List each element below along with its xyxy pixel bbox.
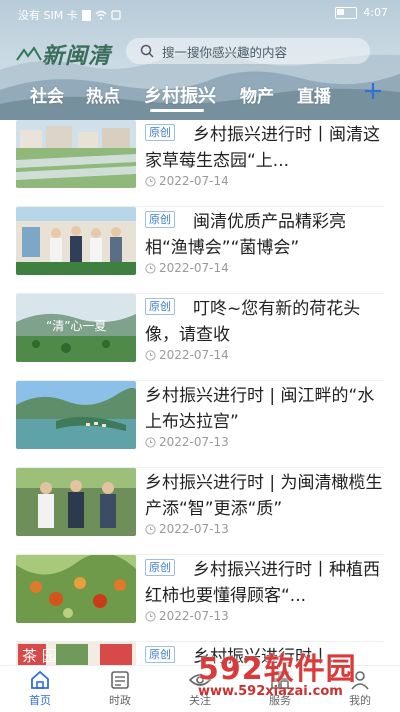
app-logo: 新闽清	[16, 38, 111, 70]
tab-rural-revitalization[interactable]: 乡村振兴	[144, 82, 216, 108]
newspaper-icon	[111, 671, 129, 689]
article-title: 乡村振兴进行时丨闽清这家草莓生态园“上...	[145, 125, 380, 171]
logo-mark-icon	[16, 46, 42, 61]
clock-icon	[145, 523, 156, 535]
article-date: 2022-07-14	[145, 348, 229, 362]
clock-time: 4:07	[363, 6, 388, 19]
carrier-text: 没有 SIM 卡	[18, 9, 78, 22]
status-bar: 没有 SIM 卡 4:07	[0, 0, 400, 28]
clock-icon	[145, 175, 156, 187]
header: 没有 SIM 卡 4:07 新闽清 搜一搜你感兴趣的内容 社会 热点 乡村振兴 …	[0, 0, 400, 120]
article-thumbnail	[16, 120, 136, 188]
article-thumbnail	[16, 555, 136, 623]
battery-icon	[335, 6, 358, 19]
nav-label: 时政	[109, 694, 131, 707]
thumbnail-caption: “清”心一夏	[46, 319, 106, 333]
article-thumbnail	[16, 381, 136, 449]
nav-label: 首页	[29, 694, 51, 707]
article-thumbnail	[16, 468, 136, 536]
search-placeholder: 搜一搜你感兴趣的内容	[162, 44, 288, 60]
nav-home[interactable]: 首页	[10, 670, 70, 708]
clock-icon	[145, 610, 156, 622]
list-item[interactable]: “清”心一夏 原创 叮咚~您有新的荷花头像，请查收 2022-07-14	[16, 294, 384, 381]
list-item[interactable]: 原创 闽清优质产品精彩亮相“渔博会”“菌博会” 2022-07-14	[16, 207, 384, 294]
list-item[interactable]: 原创 乡村振兴进行时丨种植西红柿也要懂得顾客“... 2022-07-13	[16, 555, 384, 642]
category-tabs: 社会 热点 乡村振兴 物产 直播	[0, 78, 400, 112]
article-thumbnail: “清”心一夏	[16, 294, 136, 362]
logo-text: 新闽清	[42, 43, 112, 69]
add-tab-icon[interactable]	[362, 80, 384, 102]
article-title: 闽清优质产品精彩亮相“渔博会”“菌博会”	[145, 212, 346, 258]
search-bar[interactable]: 搜一搜你感兴趣的内容	[126, 38, 370, 64]
tab-products[interactable]: 物产	[240, 82, 274, 107]
watermark: 592软件园 www.592xiazai.com	[198, 640, 400, 711]
article-title: 乡村振兴进行时 | 为闽清橄榄生产添“智”更添“质”	[145, 473, 383, 519]
active-tab-indicator	[150, 109, 204, 112]
sim-icon	[81, 9, 91, 21]
article-thumbnail	[16, 207, 136, 275]
article-date: 2022-07-14	[145, 174, 229, 188]
tab-society[interactable]: 社会	[30, 82, 64, 107]
clock-icon	[145, 262, 156, 274]
tab-live[interactable]: 直播	[297, 82, 331, 107]
list-item[interactable]: 原创 乡村振兴进行时丨闽清这家草莓生态园“上... 2022-07-14	[16, 120, 384, 207]
nav-politics[interactable]: 时政	[90, 670, 150, 708]
home-icon	[31, 670, 49, 689]
article-date: 2022-07-13	[145, 609, 229, 623]
article-thumbnail: 茶 园	[16, 642, 136, 665]
list-item[interactable]: 乡村振兴进行时 | 闽江畔的“水上布达拉宫” 2022-07-13	[16, 381, 384, 468]
article-list: 原创 乡村振兴进行时丨闽清这家草莓生态园“上... 2022-07-14 原创 …	[0, 120, 400, 665]
thumbnail-caption: 茶 园	[22, 647, 57, 665]
clock-icon	[145, 436, 156, 448]
article-title: 叮咚~您有新的荷花头像，请查收	[145, 299, 361, 345]
watermark-brand: 592软件园	[198, 652, 357, 687]
watermark-url: www.592xiazai.com	[198, 684, 343, 699]
tab-hot[interactable]: 热点	[86, 82, 120, 107]
wifi-icon	[95, 10, 107, 20]
article-date: 2022-07-13	[145, 522, 229, 536]
search-icon	[140, 44, 154, 58]
article-title: 乡村振兴进行时丨种植西红柿也要懂得顾客“...	[145, 560, 380, 606]
article-date: 2022-07-13	[145, 435, 229, 449]
clock-icon	[145, 349, 156, 361]
list-item[interactable]: 乡村振兴进行时 | 为闽清橄榄生产添“智”更添“质” 2022-07-13	[16, 468, 384, 555]
notification-icon	[111, 10, 121, 20]
article-title: 乡村振兴进行时 | 闽江畔的“水上布达拉宫”	[145, 386, 375, 432]
article-date: 2022-07-14	[145, 261, 229, 275]
